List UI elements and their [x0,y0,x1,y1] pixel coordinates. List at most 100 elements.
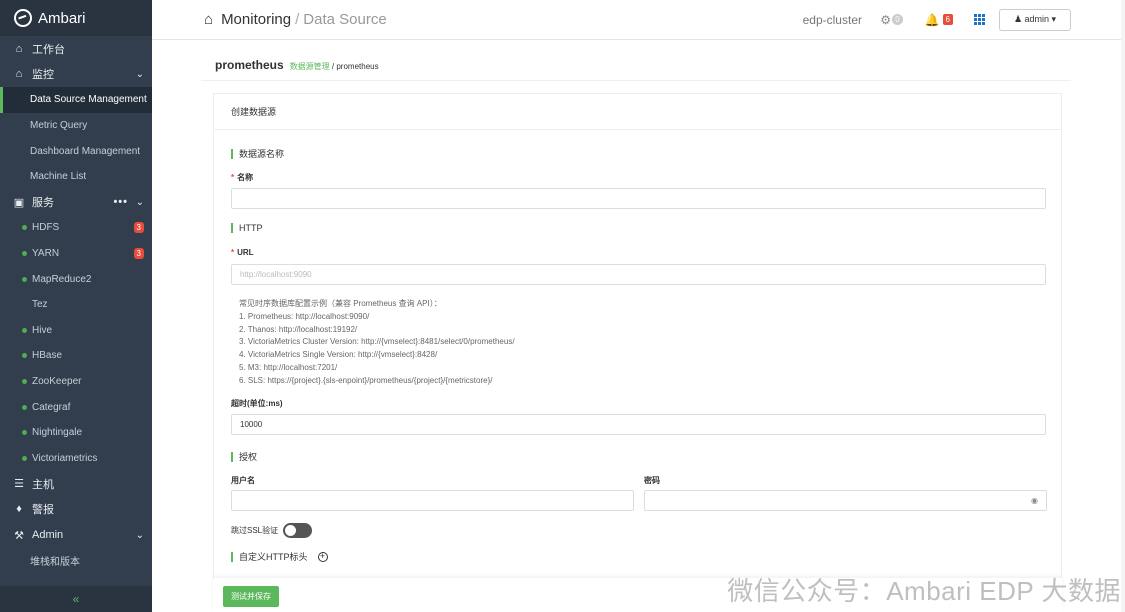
sidebar-item-services[interactable]: ▣ 服务 ••• ⌄ [0,190,152,216]
url-label: * URL [231,248,254,257]
alert-badge: 3 [133,248,144,260]
divider [201,80,1071,81]
section-datasource-name: 数据源名称 [231,147,284,160]
sidebar-item-label: 堆栈和版本 [30,557,80,569]
password-input[interactable]: ◉ [644,490,1047,511]
url-examples: 常见时序数据库配置示例（兼容 Prometheus 查询 API）： 1. Pr… [239,299,515,385]
sidebar-item-admin[interactable]: ⚒ Admin ⌄ [0,522,152,548]
ops-count-badge: 0 [892,14,903,25]
status-dot-icon [22,404,27,410]
chevron-down-icon: ⌄ [135,68,144,80]
status-dot-icon [22,225,27,231]
user-icon: ♟ [1013,14,1025,24]
status-dot-icon [22,276,27,282]
sidebar-item-data-source-management[interactable]: Data Source Management [0,87,152,113]
sidebar-item-label: Admin [32,529,64,542]
alert-badge: 3 [133,222,144,234]
sidebar-item-victoriametrics[interactable]: Victoriametrics [0,446,152,472]
sidebar-item-label: Data Source Management [30,94,147,106]
scrollbar[interactable] [1121,0,1125,612]
page-breadcrumb: 数据源管理 / prometheus [289,62,379,71]
sidebar-item-label: HBase [32,350,63,362]
name-label: * 名称 [231,173,254,182]
background-ops-button[interactable]: ⚙ 0 [880,13,903,27]
name-input[interactable] [231,188,1046,209]
sidebar-item-label: 服务 [32,197,54,210]
status-dot-icon [22,353,27,359]
alerts-button[interactable]: 🔔 6 [925,13,953,27]
sidebar-item-machine-list[interactable]: Machine List [0,164,152,190]
add-header-icon[interactable]: + [317,551,328,562]
username-input[interactable] [231,490,634,511]
password-label: 密码 [644,476,660,485]
card-title: 创建数据源 [214,94,1061,130]
sidebar-item-label: Hive [32,324,53,336]
watermark: 微信公众号：Ambari EDP 大数据 [727,576,1121,606]
bell-icon: 🔔 [924,12,940,27]
brand-name: Ambari [38,9,86,27]
briefcase-icon: ▣ [13,196,25,209]
wrench-icon: ⚒ [14,529,24,542]
collapse-sidebar-button[interactable]: « [0,586,152,612]
timeout-label: 超时(单位:ms) [231,399,283,408]
page-header: prometheus 数据源管理 / prometheus [215,58,379,72]
breadcrumb-monitoring[interactable]: Monitoring [221,11,291,28]
sidebar: Ambari ⌂ 工作台 ⌂ 监控 ⌄ Data Source Manageme… [0,0,152,612]
username-label: 用户名 [231,476,255,485]
url-input[interactable]: http://localhost:9090 [231,264,1046,285]
sidebar-item-hbase[interactable]: HBase [0,343,152,369]
more-icon[interactable]: ••• [113,196,128,208]
sidebar-item-label: 工作台 [32,43,65,56]
sidebar-item-nightingale[interactable]: Nightingale [0,420,152,446]
home-icon[interactable]: ⌂ [204,11,213,28]
sidebar-item-categraf[interactable]: Categraf [0,394,152,420]
home-icon: ⌂ [15,68,23,81]
timeout-input[interactable]: 10000 [231,414,1046,435]
brand[interactable]: Ambari [0,0,152,36]
user-name: admin ▾ [1024,14,1057,24]
skip-ssl-row: 跳过SSL验证 [231,523,313,538]
status-dot-icon [22,327,27,333]
sidebar-item-mapreduce2[interactable]: MapReduce2 [0,266,152,292]
sidebar-item-hive[interactable]: Hive [0,318,152,344]
sidebar-item-stack-versions[interactable]: 堆栈和版本 [0,548,152,574]
status-dot-icon [22,455,27,461]
sidebar-item-alerts[interactable]: ♦ 警报 [0,497,152,523]
sidebar-item-dashboard-management[interactable]: Dashboard Management [0,138,152,164]
skip-ssl-toggle[interactable] [283,523,313,538]
chevron-down-icon: ⌄ [135,529,144,541]
breadcrumb-datasource-management[interactable]: 数据源管理 [290,62,330,71]
chevron-down-icon: ⌄ [135,196,144,208]
sidebar-item-label: 警报 [32,504,54,517]
sidebar-item-tez[interactable]: Tez [0,292,152,318]
sidebar-item-metric-query[interactable]: Metric Query [0,113,152,139]
sidebar-item-label: Victoriametrics [32,452,98,464]
sidebar-item-zookeeper[interactable]: ZooKeeper [0,369,152,395]
gear-icon: ⚙ [880,12,891,27]
status-dot-icon [22,430,27,436]
section-auth: 授权 [231,450,257,463]
top-bar: ⌂ Monitoring / Data Source edp-cluster ⚙… [152,0,1125,40]
sidebar-item-label: Machine List [30,171,87,183]
status-dot-icon [22,379,27,385]
breadcrumb-current: prometheus [336,62,379,71]
bell-icon: ♦ [16,503,22,516]
status-dot-icon [22,251,27,257]
user-menu-button[interactable]: ♟ admin ▾ [999,8,1071,31]
sidebar-item-workbench[interactable]: ⌂ 工作台 [0,36,152,62]
test-and-save-button[interactable]: 测试并保存 [223,586,279,607]
sidebar-item-label: ZooKeeper [32,376,82,388]
sidebar-item-hosts[interactable]: ☰ 主机 [0,471,152,497]
page-title: prometheus [215,58,284,72]
sidebar-item-hdfs[interactable]: HDFS 3 [0,215,152,241]
sidebar-item-label: Metric Query [30,120,88,132]
sidebar-item-label: 监控 [32,69,54,82]
cluster-name[interactable]: edp-cluster [803,13,862,27]
sidebar-item-label: Categraf [32,401,71,413]
eye-icon[interactable]: ◉ [1031,496,1038,505]
sidebar-item-monitoring[interactable]: ⌂ 监控 ⌄ [0,62,152,88]
ambari-logo-icon [14,9,32,27]
apps-grid-icon[interactable] [974,14,985,25]
breadcrumb-separator: / [295,11,300,28]
sidebar-item-yarn[interactable]: YARN 3 [0,241,152,267]
